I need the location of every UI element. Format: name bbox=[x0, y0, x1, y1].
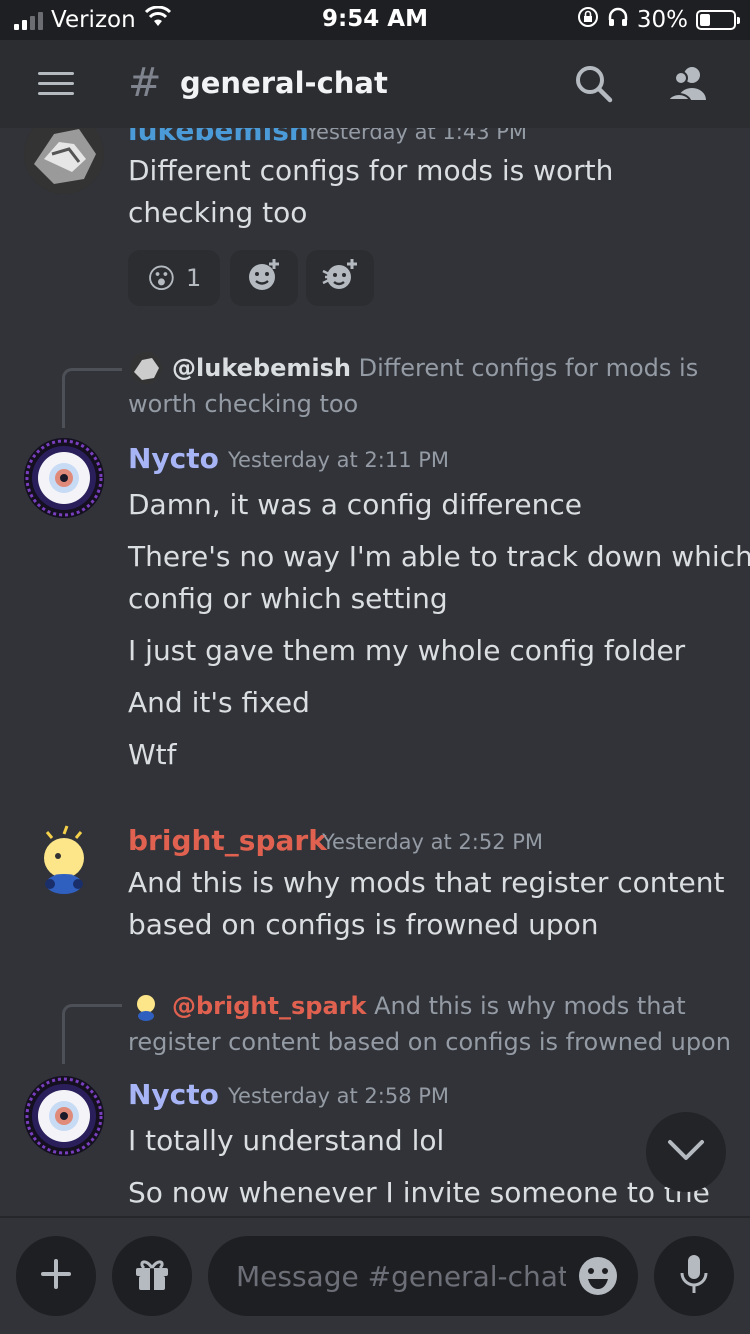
battery-percent: 30% bbox=[636, 7, 688, 33]
channel-title[interactable]: general-chat bbox=[180, 66, 388, 100]
reply-snippet-cont: register content based on configs is fro… bbox=[128, 1028, 731, 1056]
avatar-bright-spark[interactable] bbox=[24, 822, 104, 902]
message-line: config or which setting bbox=[128, 582, 448, 615]
add-reaction-button[interactable] bbox=[230, 250, 298, 306]
headphones-icon bbox=[607, 6, 629, 34]
add-super-reaction-button[interactable] bbox=[306, 250, 374, 306]
plus-icon bbox=[40, 1258, 72, 1294]
message-line: And it's fixed bbox=[128, 686, 310, 719]
gift-button[interactable] bbox=[112, 1236, 192, 1316]
reply-snippet: Different configs for mods is bbox=[358, 354, 699, 382]
reply-avatar-lukebemish bbox=[130, 352, 162, 384]
menu-icon[interactable] bbox=[38, 72, 74, 96]
message-line: There's no way I'm able to track down wh… bbox=[128, 540, 750, 573]
status-bar: Verizon 9:54 AM 30% bbox=[0, 0, 750, 40]
status-right: 30% bbox=[577, 6, 740, 34]
message-line: So now whenever I invite someone to the bbox=[128, 1176, 710, 1209]
jump-to-bottom-button[interactable] bbox=[646, 1112, 726, 1192]
chevron-down-icon bbox=[666, 1138, 706, 1166]
emoji-picker-icon[interactable] bbox=[578, 1256, 618, 1300]
add-attachment-button[interactable] bbox=[16, 1236, 96, 1316]
message-composer bbox=[0, 1216, 750, 1334]
username-nycto[interactable]: Nycto bbox=[128, 1078, 219, 1111]
reply-username[interactable]: @bright_spark bbox=[172, 992, 366, 1020]
voice-message-button[interactable] bbox=[654, 1236, 734, 1316]
message-list[interactable]: lukebemish Yesterday at 1:43 PM Differen… bbox=[0, 128, 750, 1216]
timestamp: Yesterday at 2:58 PM bbox=[228, 1084, 450, 1108]
message-line: I just gave them my whole config folder bbox=[128, 634, 686, 667]
reply-connector bbox=[62, 368, 122, 428]
reply-preview[interactable]: @lukebemish Different configs for mods i… bbox=[172, 350, 698, 386]
reply-username[interactable]: @lukebemish bbox=[172, 354, 351, 382]
username-lukebemish[interactable]: lukebemish bbox=[128, 128, 309, 147]
message-input-wrapper[interactable] bbox=[208, 1236, 638, 1316]
add-super-reaction-icon bbox=[321, 257, 359, 299]
search-icon[interactable] bbox=[574, 64, 614, 108]
timestamp: Yesterday at 2:52 PM bbox=[322, 830, 544, 854]
message-line: based on configs is frowned upon bbox=[128, 908, 599, 941]
orientation-lock-icon bbox=[577, 6, 599, 34]
username-bright-spark[interactable]: bright_spark bbox=[128, 824, 327, 857]
message-line: checking too bbox=[128, 196, 308, 229]
timestamp: Yesterday at 1:43 PM bbox=[306, 128, 528, 144]
reaction-surprised[interactable]: 😮 1 bbox=[128, 250, 220, 306]
gift-icon bbox=[132, 1254, 172, 1298]
members-icon[interactable] bbox=[666, 64, 712, 108]
username-nycto[interactable]: Nycto bbox=[128, 442, 219, 475]
message-input[interactable] bbox=[236, 1259, 566, 1293]
reply-connector bbox=[62, 1004, 122, 1064]
message-line: Different configs for mods is worth bbox=[128, 154, 614, 187]
reaction-count: 1 bbox=[185, 264, 202, 292]
reply-snippet-cont: worth checking too bbox=[128, 390, 359, 418]
reply-avatar-bright-spark bbox=[130, 990, 162, 1022]
channel-hash-icon: # bbox=[128, 60, 162, 106]
surprised-emoji: 😮 bbox=[146, 261, 176, 295]
message-line: And this is why mods that register conte… bbox=[128, 866, 725, 899]
battery-icon bbox=[696, 10, 740, 30]
avatar-nycto[interactable] bbox=[24, 438, 104, 518]
channel-header: # general-chat bbox=[0, 40, 750, 128]
avatar-lukebemish[interactable] bbox=[24, 128, 104, 194]
microphone-icon bbox=[678, 1253, 710, 1299]
message-line: I totally understand lol bbox=[128, 1124, 445, 1157]
message-line: Wtf bbox=[128, 738, 177, 771]
avatar-nycto[interactable] bbox=[24, 1076, 104, 1156]
message-line: Damn, it was a config difference bbox=[128, 488, 582, 521]
reply-snippet: And this is why mods that bbox=[374, 992, 686, 1020]
add-reaction-icon bbox=[246, 257, 282, 299]
reply-preview[interactable]: @bright_spark And this is why mods that bbox=[172, 988, 686, 1024]
timestamp: Yesterday at 2:11 PM bbox=[228, 448, 450, 472]
